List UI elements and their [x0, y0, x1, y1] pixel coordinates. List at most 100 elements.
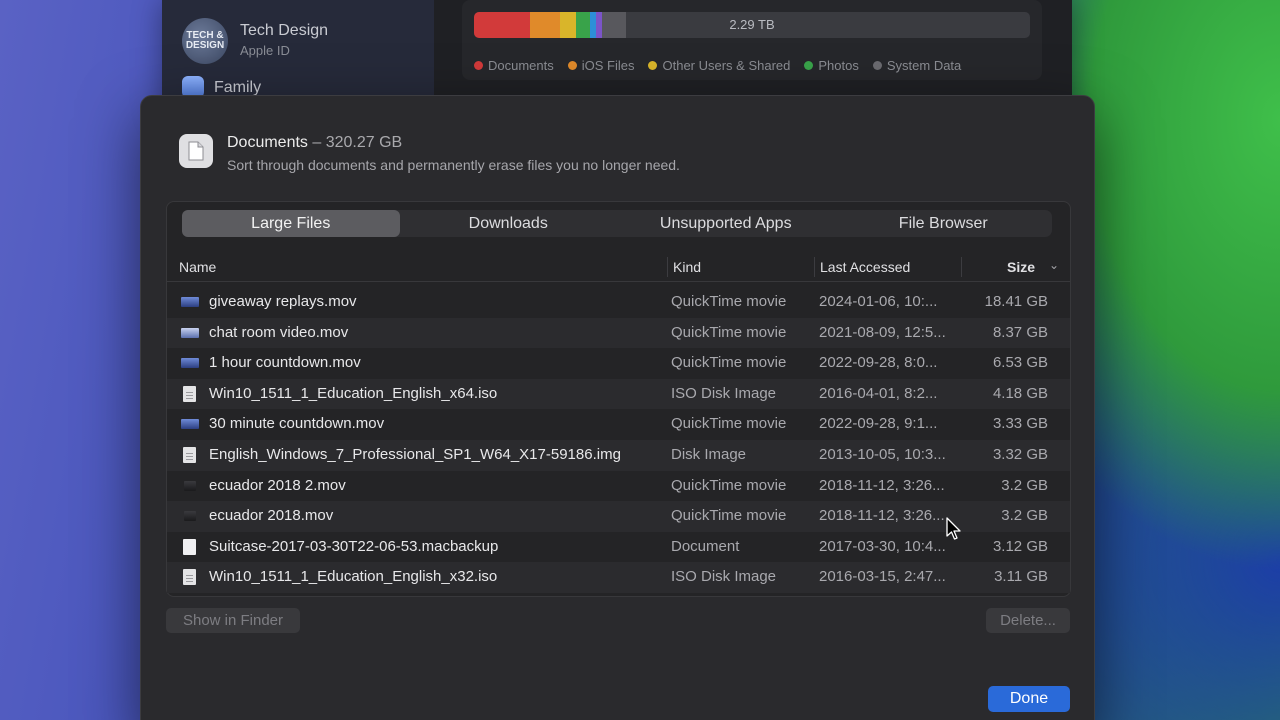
file-last-accessed: 2017-03-30, 10:4... [819, 537, 946, 555]
documents-dialog: Documents – 320.27 GB Sort through docum… [140, 95, 1095, 720]
dialog-title: Documents – 320.27 GB [227, 134, 402, 152]
legend-item: Documents [474, 58, 554, 73]
file-kind: QuickTime movie [671, 507, 787, 525]
column-divider [667, 257, 668, 277]
legend-label: System Data [886, 58, 962, 73]
done-button[interactable]: Done [988, 686, 1070, 712]
storage-total: 2.29 TB [729, 17, 775, 32]
documents-icon [179, 134, 213, 168]
file-name: chat room video.mov [209, 323, 349, 341]
dialog-title-separator: – [307, 134, 326, 151]
legend-item: Photos [804, 58, 859, 73]
file-list: giveaway replays.mov QuickTime movie 2024-… [167, 287, 1070, 593]
file-name: ecuador 2018.mov [209, 507, 334, 525]
legend-dot [474, 61, 483, 70]
document-icon [183, 446, 196, 463]
table-row[interactable]: giveaway replays.mov QuickTime movie 2024-… [167, 287, 1070, 318]
dialog-title-label: Documents [227, 134, 308, 151]
file-size: 18.41 GB [984, 293, 1048, 310]
table-row[interactable]: 30 minute countdown.mov QuickTime movie 20… [167, 409, 1070, 440]
table-row[interactable]: ecuador 2018.mov QuickTime movie 2018-11-1… [167, 501, 1070, 532]
account-subtitle: Apple ID [240, 43, 290, 58]
file-size: 4.18 GB [992, 384, 1048, 402]
legend-label: Documents [488, 58, 554, 73]
file-last-accessed: 2018-11-12, 3:26... [819, 507, 945, 525]
table-row[interactable]: chat room video.mov QuickTime movie 2021-0… [167, 317, 1070, 349]
background-sidebar: TECH & DESIGN Tech Design Apple ID Famil… [162, 0, 434, 110]
file-name: Suitcase-2017-03-30T22-06-53.macbackup [209, 537, 499, 555]
movie-icon [181, 297, 199, 307]
file-name: giveaway replays.mov [209, 293, 357, 310]
file-size: 3.11 GB [994, 568, 1048, 586]
files-container: Large Files Downloads Unsupported Apps F… [166, 201, 1071, 597]
file-last-accessed: 2018-11-12, 3:26... [819, 476, 945, 494]
document-icon [183, 385, 196, 402]
legend-label: iOS Files [581, 58, 635, 73]
file-name: 1 hour countdown.mov [209, 354, 361, 372]
legend-item: Other Users & Shared [648, 58, 790, 73]
column-header-size[interactable]: Size [1007, 259, 1035, 275]
tab-downloads[interactable]: Downloads [400, 210, 618, 237]
column-header-name[interactable]: Name [179, 259, 216, 275]
file-kind: QuickTime movie [671, 323, 787, 341]
storage-legend: Documents iOS Files Other Users & Shared Ph… [474, 58, 961, 73]
file-size: 3.2 GB [1001, 507, 1048, 525]
file-name: Win10_1511_1_Education_English_x32.iso [209, 568, 498, 586]
delete-button[interactable]: Delete... [986, 608, 1070, 633]
legend-item: System Data [872, 58, 962, 73]
file-last-accessed: 2022-09-28, 8:0... [819, 354, 938, 372]
file-last-accessed: 2021-08-09, 12:5... [819, 323, 946, 341]
file-size: 3.33 GB [992, 415, 1048, 433]
tab-bar: Large Files Downloads Unsupported Apps F… [182, 210, 1052, 237]
dialog-subtitle: Sort through documents and permanently e… [227, 157, 680, 173]
column-divider [814, 257, 815, 277]
legend-label: Other Users & Shared [662, 58, 791, 73]
account-name[interactable]: Tech Design [240, 22, 328, 40]
file-last-accessed: 2024-01-06, 10:... [819, 293, 938, 310]
movie-icon [184, 511, 196, 522]
file-size: 3.12 GB [992, 537, 1048, 555]
show-in-finder-button[interactable]: Show in Finder [166, 608, 300, 633]
dialog-title-size: 320.27 GB [325, 134, 403, 151]
table-row[interactable]: Suitcase-2017-03-30T22-06-53.macbackup Do… [167, 532, 1070, 563]
table-row[interactable]: 1 hour countdown.mov QuickTime movie 2022-… [167, 348, 1070, 379]
file-kind: ISO Disk Image [671, 568, 777, 586]
tab-large-files[interactable]: Large Files [182, 210, 400, 237]
table-row[interactable]: Win10_1511_1_Education_English_x32.iso IS… [167, 562, 1070, 593]
table-row[interactable]: Win10_1511_1_Education_English_x64.iso IS… [167, 378, 1070, 410]
column-header-last-accessed[interactable]: Last Accessed [820, 259, 910, 275]
movie-icon [184, 480, 196, 491]
column-header-kind[interactable]: Kind [673, 259, 701, 275]
table-row[interactable]: ecuador 2018 2.mov QuickTime movie 2018-11… [167, 471, 1070, 502]
file-kind: ISO Disk Image [671, 384, 777, 402]
table-row[interactable]: English_Windows_7_Professional_SP1_W64_X… [167, 439, 1070, 471]
file-kind: QuickTime movie [671, 293, 787, 310]
file-name: 30 minute countdown.mov [209, 415, 385, 433]
account-avatar[interactable]: TECH & DESIGN [182, 18, 228, 64]
file-kind: QuickTime movie [671, 415, 787, 433]
file-last-accessed: 2016-04-01, 8:2... [819, 384, 938, 402]
file-name: ecuador 2018 2.mov [209, 476, 346, 494]
file-last-accessed: 2016-03-15, 2:47... [819, 568, 946, 586]
blank-document-icon [183, 538, 196, 555]
movie-icon [181, 419, 199, 430]
legend-item: iOS Files [567, 58, 635, 73]
file-name: Win10_1511_1_Education_English_x64.iso [209, 384, 498, 402]
file-size: 8.37 GB [992, 323, 1048, 341]
mouse-pointer-icon [946, 517, 961, 540]
document-icon [183, 569, 196, 586]
file-kind: QuickTime movie [671, 354, 787, 372]
file-last-accessed: 2022-09-28, 9:1... [819, 415, 938, 433]
tab-file-browser[interactable]: File Browser [835, 210, 1053, 237]
storage-panel: 2.29 TB Documents iOS Files Other Users & … [462, 0, 1042, 80]
legend-dot [567, 61, 577, 70]
movie-icon [181, 358, 199, 369]
file-last-accessed: 2013-10-05, 10:3... [819, 445, 946, 463]
file-kind: Disk Image [671, 445, 747, 463]
chevron-down-icon[interactable]: ⌄ [1049, 258, 1059, 272]
table-header: Name Kind Last Accessed Size ⌄ [167, 252, 1070, 282]
tab-unsupported-apps[interactable]: Unsupported Apps [617, 210, 835, 237]
file-size: 3.32 GB [992, 445, 1048, 463]
file-size: 6.53 GB [992, 354, 1048, 372]
legend-dot [648, 61, 658, 70]
